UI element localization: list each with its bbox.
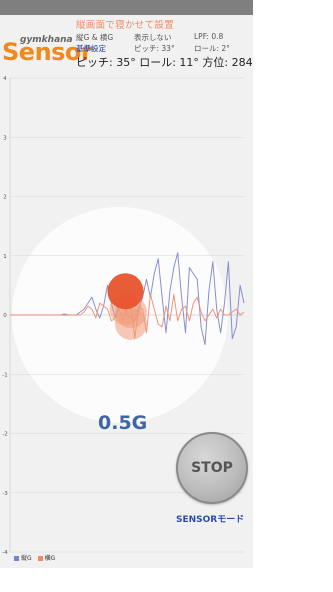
placement-hint: 縦画面で寝かせて設置 — [76, 20, 175, 31]
baseline-setting-button[interactable]: 基準設定 — [76, 43, 106, 54]
lpf-label[interactable]: LPF: 0.8 — [194, 32, 223, 41]
y-tick-label: 2 — [3, 195, 7, 201]
status-bar — [0, 0, 253, 15]
legend-item-longitudinal: 縦G — [14, 553, 32, 562]
legend-label-lateral: 横G — [44, 555, 56, 562]
legend-swatch-lateral — [37, 556, 43, 561]
y-tick-label: 4 — [3, 76, 7, 82]
y-tick-label: -1 — [2, 372, 7, 378]
y-tick-label: 0 — [3, 313, 7, 319]
base-roll-label: ロール: 2° — [194, 44, 230, 53]
y-tick-label: -2 — [2, 432, 7, 438]
legend-swatch-longitudinal — [14, 556, 19, 561]
legend-label-longitudinal: 縦G — [21, 555, 32, 562]
attitude-readout: ピッチ: 35° ロール: 11° 方位: 284° — [76, 56, 253, 69]
y-tick-label: 3 — [3, 135, 7, 141]
axes-mode-label[interactable]: 縦G & 横G — [76, 32, 113, 43]
chart-legend: 縦G 横G — [14, 553, 55, 562]
app-screen: 縦画面で寝かせて設置 gymkhana Sensor 縦G & 横G 表示しない… — [0, 0, 253, 568]
g-force-value: 0.5G — [98, 412, 148, 434]
y-tick-label: -3 — [2, 491, 8, 497]
legend-item-lateral: 横G — [37, 553, 56, 562]
base-pitch-label: ピッチ: 33° — [134, 44, 175, 53]
y-tick-label: -4 — [2, 550, 8, 556]
stop-button-label: STOP — [191, 460, 233, 476]
stop-button[interactable]: STOP — [176, 432, 248, 504]
y-tick-label: 1 — [3, 254, 7, 260]
g-ball-current — [107, 273, 144, 310]
sensor-mode-button[interactable]: SENSORモード — [176, 512, 244, 525]
header: 縦画面で寝かせて設置 gymkhana Sensor 縦G & 横G 表示しない… — [0, 15, 253, 70]
display-mode-label[interactable]: 表示しない — [134, 32, 172, 43]
